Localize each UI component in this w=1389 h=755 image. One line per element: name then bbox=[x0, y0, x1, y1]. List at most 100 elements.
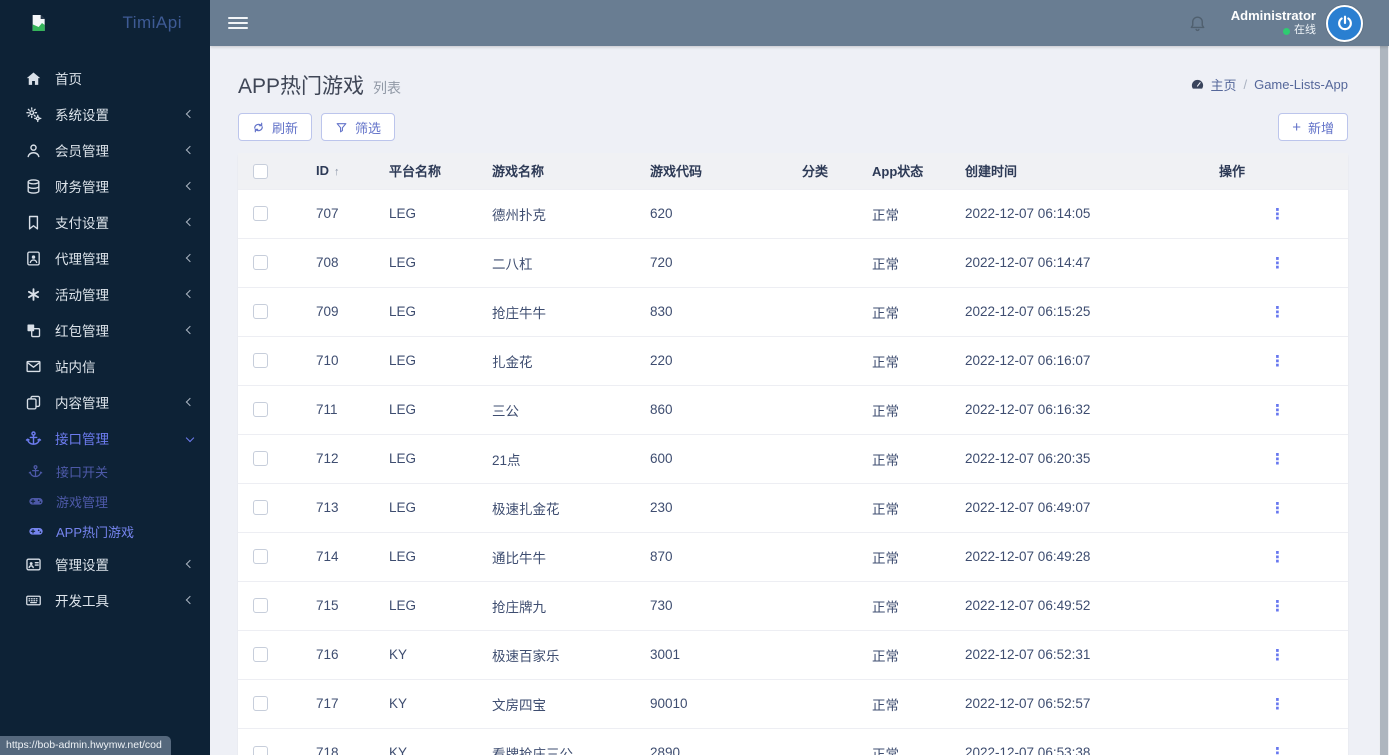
breadcrumb: 主页 / Game-Lists-App bbox=[1190, 75, 1348, 94]
cell-game-code: 2890 bbox=[638, 727, 790, 755]
add-button[interactable]: + 新增 bbox=[1278, 113, 1348, 141]
cell-app-status: 正常 bbox=[860, 433, 953, 483]
sidebar-item-label: 财务管理 bbox=[55, 180, 109, 195]
sidebar-item-interface-management[interactable]: 接口管理 bbox=[0, 420, 210, 456]
row-checkbox[interactable] bbox=[252, 500, 268, 516]
col-created-at[interactable]: 创建时间 bbox=[953, 153, 1207, 189]
col-id[interactable]: ID ↑ bbox=[282, 153, 377, 189]
sidebar-item-content-management[interactable]: 内容管理 bbox=[0, 384, 210, 420]
sidebar-item-redpacket-management[interactable]: 红包管理 bbox=[0, 312, 210, 348]
sidebar-item-label: 系统设置 bbox=[55, 108, 109, 123]
table-row: 713 LEG 极速扎金花 230 正常 2022-12-07 06:49:07… bbox=[238, 482, 1348, 532]
cell-game-code: 870 bbox=[638, 531, 790, 581]
vertical-scrollbar[interactable] bbox=[1379, 46, 1389, 755]
row-checkbox[interactable] bbox=[252, 647, 268, 663]
row-actions-kebab-icon[interactable]: ⋮ bbox=[1270, 451, 1285, 468]
row-actions-kebab-icon[interactable]: ⋮ bbox=[1270, 549, 1285, 566]
online-label: 在线 bbox=[1294, 24, 1316, 37]
brand-name: TimiApi bbox=[122, 13, 182, 32]
row-actions-kebab-icon[interactable]: ⋮ bbox=[1270, 304, 1285, 321]
cell-created-at: 2022-12-07 06:49:52 bbox=[953, 580, 1207, 630]
row-checkbox[interactable] bbox=[252, 402, 268, 418]
row-checkbox[interactable] bbox=[252, 255, 268, 271]
cell-id: 715 bbox=[282, 580, 377, 630]
sidebar-toggle-hamburger-icon[interactable] bbox=[228, 14, 248, 32]
sidebar-item-activity-management[interactable]: 活动管理 bbox=[0, 276, 210, 312]
select-all-checkbox[interactable] bbox=[252, 163, 268, 179]
chevron-left-icon bbox=[185, 217, 195, 227]
sidebar-item-member-management[interactable]: 会员管理 bbox=[0, 132, 210, 168]
row-checkbox[interactable] bbox=[252, 598, 268, 614]
notifications-bell-icon[interactable] bbox=[1188, 14, 1207, 33]
cell-created-at: 2022-12-07 06:20:35 bbox=[953, 433, 1207, 483]
cell-created-at: 2022-12-07 06:16:32 bbox=[953, 384, 1207, 434]
cell-created-at: 2022-12-07 06:49:07 bbox=[953, 482, 1207, 532]
row-actions-kebab-icon[interactable]: ⋮ bbox=[1270, 745, 1285, 755]
table-header-row: ID ↑ 平台名称 游戏名称 游戏代码 分类 App状态 创建时间 操作 bbox=[238, 153, 1348, 189]
breadcrumb-home-link[interactable]: 主页 bbox=[1190, 75, 1236, 94]
row-actions-kebab-icon[interactable]: ⋮ bbox=[1270, 206, 1285, 223]
brand[interactable]: TimiApi bbox=[0, 0, 210, 46]
cell-id: 709 bbox=[282, 286, 377, 336]
sidebar-item-site-mail[interactable]: 站内信 bbox=[0, 348, 210, 384]
row-actions-kebab-icon[interactable]: ⋮ bbox=[1270, 353, 1285, 370]
cell-category bbox=[790, 433, 860, 483]
chevron-left-icon bbox=[185, 253, 195, 263]
col-app-status[interactable]: App状态 bbox=[860, 153, 953, 189]
sidebar-item-agent-management[interactable]: 代理管理 bbox=[0, 240, 210, 276]
sidebar-item-admin-settings[interactable]: 管理设置 bbox=[0, 546, 210, 582]
sidebar-item-home[interactable]: 首页 bbox=[0, 60, 210, 96]
row-checkbox[interactable] bbox=[252, 451, 268, 467]
refresh-button[interactable]: 刷新 bbox=[238, 113, 313, 141]
cell-game-code: 720 bbox=[638, 237, 790, 287]
row-checkbox[interactable] bbox=[252, 745, 268, 755]
row-actions-kebab-icon[interactable]: ⋮ bbox=[1270, 647, 1285, 664]
row-actions-kebab-icon[interactable]: ⋮ bbox=[1270, 696, 1285, 713]
breadcrumb-current[interactable]: Game-Lists-App bbox=[1254, 77, 1348, 92]
table-row: 717 KY 文房四宝 90010 正常 2022-12-07 06:52:57… bbox=[238, 678, 1348, 728]
sidebar-item-system-settings[interactable]: 系统设置 bbox=[0, 96, 210, 132]
col-platform[interactable]: 平台名称 bbox=[377, 153, 480, 189]
row-actions-kebab-icon[interactable]: ⋮ bbox=[1270, 598, 1285, 615]
cell-category bbox=[790, 237, 860, 287]
cell-platform: LEG bbox=[377, 433, 480, 483]
col-game-name[interactable]: 游戏名称 bbox=[480, 153, 638, 189]
row-checkbox[interactable] bbox=[252, 696, 268, 712]
cell-id: 711 bbox=[282, 384, 377, 434]
table-row: 707 LEG 德州扑克 620 正常 2022-12-07 06:14:05 … bbox=[238, 188, 1348, 238]
row-actions-kebab-icon[interactable]: ⋮ bbox=[1270, 402, 1285, 419]
chevron-left-icon bbox=[185, 289, 195, 299]
sidebar-item-label: 活动管理 bbox=[55, 288, 109, 303]
user-info[interactable]: Administrator 在线 bbox=[1231, 8, 1316, 38]
cell-created-at: 2022-12-07 06:14:05 bbox=[953, 188, 1207, 238]
cell-game-name: 二八杠 bbox=[480, 237, 638, 287]
cell-created-at: 2022-12-07 06:15:25 bbox=[953, 286, 1207, 336]
cell-created-at: 2022-12-07 06:14:47 bbox=[953, 237, 1207, 287]
refresh-label: 刷新 bbox=[272, 120, 299, 136]
scrollbar-thumb[interactable] bbox=[1380, 46, 1388, 755]
sidebar-item-label: 首页 bbox=[55, 72, 82, 87]
row-checkbox[interactable] bbox=[252, 353, 268, 369]
sidebar-item-payment-settings[interactable]: 支付设置 bbox=[0, 204, 210, 240]
row-actions-kebab-icon[interactable]: ⋮ bbox=[1270, 500, 1285, 517]
sidebar-item-dev-tools[interactable]: 开发工具 bbox=[0, 582, 210, 618]
sidebar-subitem-game-management[interactable]: 游戏管理 bbox=[0, 486, 210, 516]
sidebar-subitem-interface-switch[interactable]: 接口开关 bbox=[0, 456, 210, 486]
cell-category bbox=[790, 286, 860, 336]
row-actions-kebab-icon[interactable]: ⋮ bbox=[1270, 255, 1285, 272]
row-checkbox[interactable] bbox=[252, 549, 268, 565]
col-category[interactable]: 分类 bbox=[790, 153, 860, 189]
col-game-code[interactable]: 游戏代码 bbox=[638, 153, 790, 189]
cell-category bbox=[790, 335, 860, 385]
sidebar: TimiApi 首页 系统设置 会员管理 财务管理 支付设置 代理管理 活动管理… bbox=[0, 0, 210, 755]
logout-power-button[interactable] bbox=[1326, 4, 1363, 42]
sidebar-item-finance-management[interactable]: 财务管理 bbox=[0, 168, 210, 204]
filter-button[interactable]: 筛选 bbox=[321, 113, 396, 141]
row-checkbox[interactable] bbox=[252, 304, 268, 320]
main-content: APP热门游戏 列表 主页 / Game-Lists-App 刷新 筛选 + 新… bbox=[210, 46, 1379, 755]
cell-app-status: 正常 bbox=[860, 237, 953, 287]
cell-platform: LEG bbox=[377, 335, 480, 385]
sidebar-subitem-app-hot-games[interactable]: APP热门游戏 bbox=[0, 516, 210, 546]
table-row: 716 KY 极速百家乐 3001 正常 2022-12-07 06:52:31… bbox=[238, 629, 1348, 679]
row-checkbox[interactable] bbox=[252, 206, 268, 222]
